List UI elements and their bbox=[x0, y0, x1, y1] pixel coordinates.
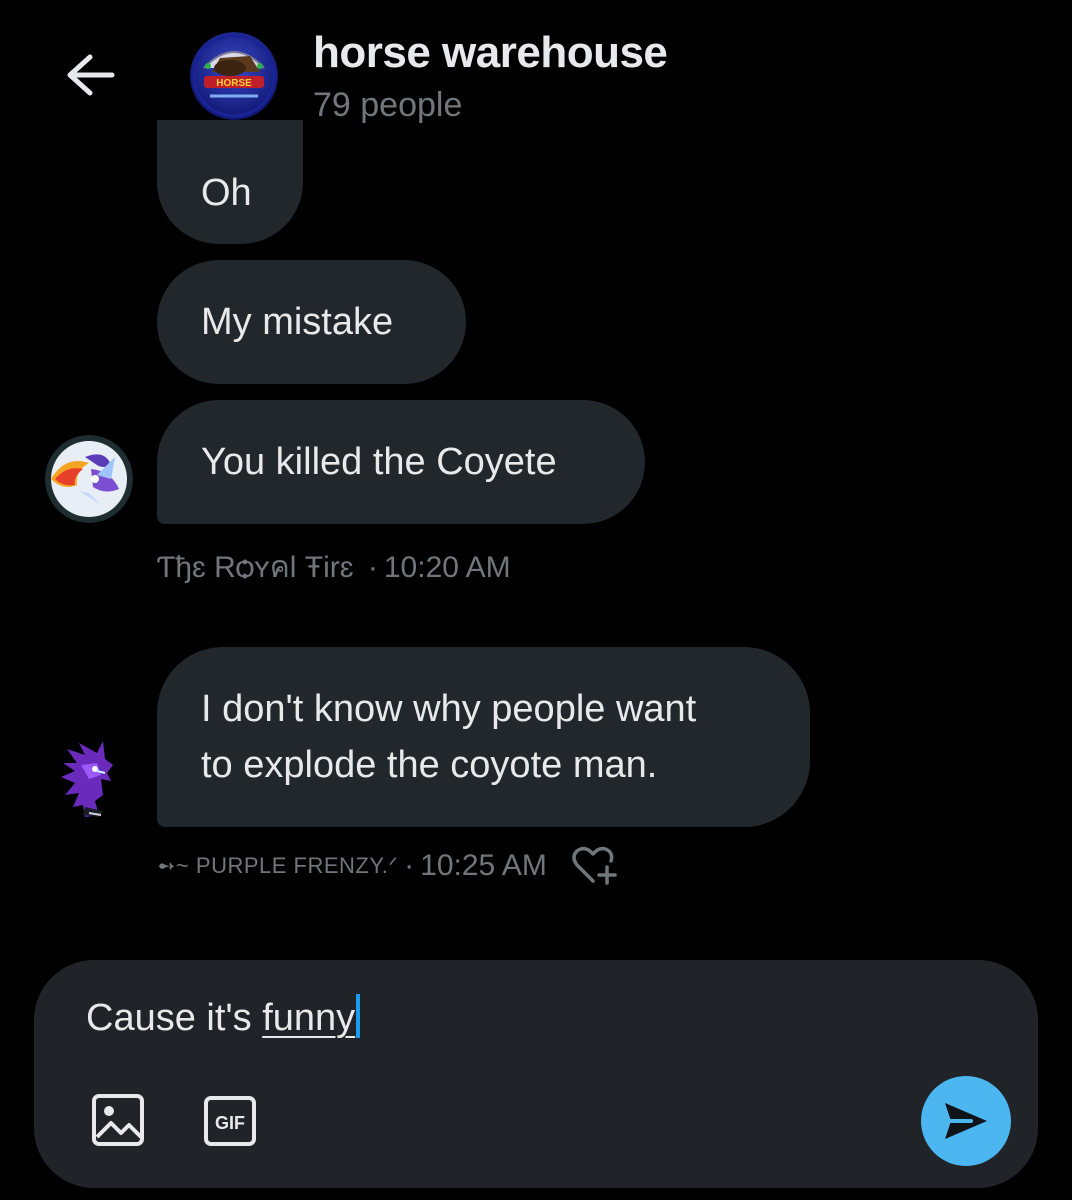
message-list: Oh My mistake You killed the Coyete Ƭђɛ … bbox=[0, 120, 1072, 960]
meta-separator: · bbox=[404, 849, 415, 882]
message-text: My mistake bbox=[201, 301, 394, 343]
avatar[interactable] bbox=[45, 435, 133, 523]
sender-name[interactable]: ➻~ PURPLE FRENZY.ᐟ bbox=[157, 853, 398, 879]
message-meta: ➻~ PURPLE FRENZY.ᐟ · 10:25 AM bbox=[157, 844, 621, 888]
input-text-underlined: funny bbox=[262, 997, 356, 1039]
member-count[interactable]: 79 people bbox=[313, 86, 462, 125]
group-avatar[interactable]: HORSE bbox=[190, 32, 278, 120]
svg-text:GIF: GIF bbox=[215, 1113, 245, 1133]
heart-plus-icon bbox=[572, 846, 617, 885]
sender-name[interactable]: Ƭђɛ Rѻʏคl Ŧirɛ bbox=[157, 551, 354, 584]
message-text-line: I don't know why people want bbox=[201, 688, 697, 730]
royal-fire-avatar-image bbox=[45, 435, 133, 523]
input-text: Cause it's bbox=[86, 997, 263, 1039]
arrow-left-icon bbox=[67, 54, 115, 96]
svg-text:HORSE: HORSE bbox=[216, 78, 252, 89]
add-media-button[interactable] bbox=[90, 1092, 146, 1148]
add-reaction-button[interactable] bbox=[569, 844, 621, 888]
back-button[interactable] bbox=[62, 50, 118, 100]
message-timestamp: 10:25 AM bbox=[420, 849, 547, 882]
message-input[interactable]: Cause it's funny bbox=[86, 992, 361, 1044]
add-gif-button[interactable]: GIF bbox=[202, 1094, 258, 1148]
message-bubble[interactable]: Oh bbox=[157, 120, 303, 244]
image-icon bbox=[92, 1094, 144, 1146]
message-bubble[interactable]: You killed the Coyete bbox=[157, 400, 645, 524]
message-meta: Ƭђɛ Rѻʏคl Ŧirɛ · 10:20 AM bbox=[157, 544, 511, 591]
message-composer: Cause it's funny GIF bbox=[34, 960, 1038, 1188]
group-name[interactable]: horse warehouse bbox=[313, 28, 668, 78]
message-timestamp: 10:20 AM bbox=[383, 551, 511, 584]
message-text-line: to explode the coyote man. bbox=[201, 744, 658, 786]
avatar[interactable] bbox=[45, 735, 133, 823]
horse-logo-image: HORSE bbox=[190, 32, 278, 120]
meta-separator: · bbox=[367, 551, 378, 584]
purple-frenzy-avatar-image bbox=[61, 741, 113, 817]
gif-icon: GIF bbox=[204, 1096, 256, 1146]
send-icon bbox=[945, 1103, 987, 1139]
message-bubble[interactable]: My mistake bbox=[157, 260, 466, 384]
message-text: You killed the Coyete bbox=[201, 441, 557, 483]
send-button[interactable] bbox=[921, 1076, 1011, 1166]
text-caret bbox=[356, 994, 361, 1038]
message-bubble[interactable]: I don't know why people want to explode … bbox=[157, 647, 810, 827]
message-text: Oh bbox=[201, 172, 252, 214]
